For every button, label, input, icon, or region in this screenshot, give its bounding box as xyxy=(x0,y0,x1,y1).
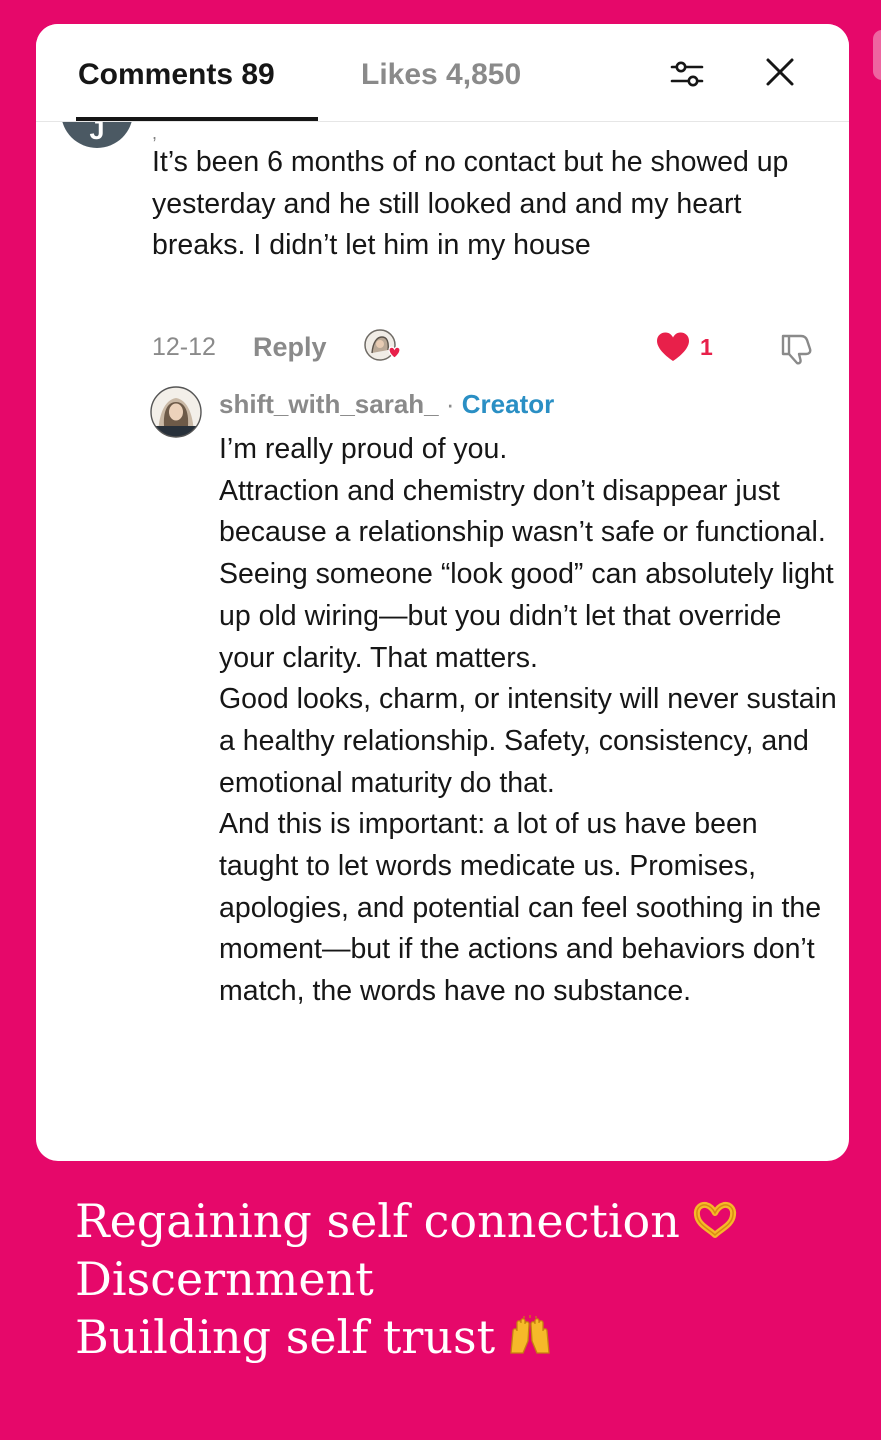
creator-username-line: shift_with_sarah_ · Creator xyxy=(219,387,554,421)
sliders-icon[interactable] xyxy=(669,56,705,92)
creator-username[interactable]: shift_with_sarah_ xyxy=(219,389,439,419)
heart-hands-icon xyxy=(693,1201,736,1238)
caption-line: Regaining self connection xyxy=(75,1192,855,1250)
comment-screenshot-card: Comments 89 Likes 4,850 J , It’s been 6 … xyxy=(36,24,849,1161)
comment-text: It’s been 6 months of no contact but he … xyxy=(152,146,789,262)
adjacent-card-edge xyxy=(873,30,881,80)
caption-text: Building self trust xyxy=(75,1310,496,1364)
comments-header: Comments 89 Likes 4,850 xyxy=(36,24,849,122)
like-heart-icon[interactable] xyxy=(655,331,691,363)
comment-date: 12-12 xyxy=(152,333,216,361)
creator-badge: Creator xyxy=(461,389,555,419)
like-count: 1 xyxy=(700,334,713,360)
active-tab-indicator xyxy=(76,117,318,121)
reply-paragraph: Good looks, charm, or intensity will nev… xyxy=(219,683,837,799)
caption-line: Building self trust xyxy=(75,1308,855,1366)
story-page: Comments 89 Likes 4,850 J , It’s been 6 … xyxy=(0,0,881,1440)
caption-text: Regaining self connection xyxy=(75,1194,680,1248)
reply-text: I’m really proud of you. Attraction and … xyxy=(219,429,839,1013)
raised-hands-icon xyxy=(510,1315,550,1354)
caption-line: Discernment xyxy=(75,1250,855,1308)
reply-button[interactable]: Reply xyxy=(253,329,327,365)
story-caption: Regaining self connection Discernment Bu… xyxy=(75,1192,855,1366)
close-icon[interactable] xyxy=(763,55,797,89)
caption-text: Discernment xyxy=(75,1252,374,1306)
comment-actions: 12-12 Reply 1 xyxy=(36,328,849,368)
username-separator: · xyxy=(445,389,455,419)
comment-thread: J , It’s been 6 months of no contact but… xyxy=(36,76,849,1161)
dislike-icon[interactable] xyxy=(778,330,816,366)
reply-paragraph: I’m really proud of you. xyxy=(219,433,508,465)
creator-liked-icon xyxy=(364,329,401,361)
tab-comments[interactable]: Comments 89 xyxy=(78,57,275,93)
commenter-username[interactable]: , xyxy=(152,124,157,142)
reply-paragraph: And this is important: a lot of us have … xyxy=(219,808,822,1008)
tab-likes[interactable]: Likes 4,850 xyxy=(361,57,521,93)
creator-avatar[interactable] xyxy=(150,386,202,438)
reply-paragraph: Attraction and chemistry don’t disappear… xyxy=(219,474,834,674)
